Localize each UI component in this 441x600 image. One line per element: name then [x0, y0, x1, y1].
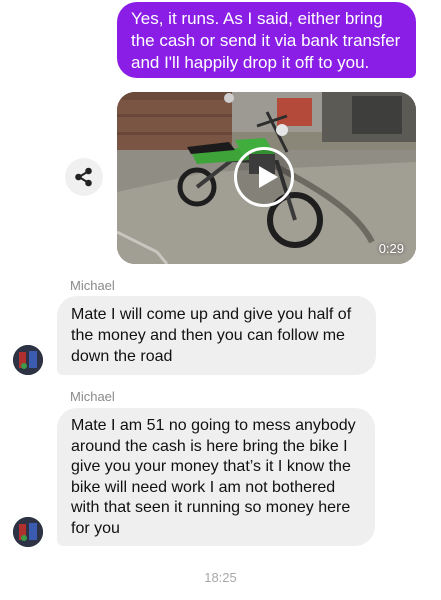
incoming-message-text: Mate I will come up and give you half of… — [71, 306, 352, 365]
outgoing-message-bubble[interactable]: Yes, it runs. As I said, either bring th… — [117, 2, 416, 78]
incoming-message-bubble[interactable]: Mate I am 51 no going to mess anybody ar… — [57, 408, 375, 546]
avatar-image — [13, 517, 43, 547]
avatar[interactable] — [13, 517, 43, 547]
outgoing-message-text: Yes, it runs. As I said, either bring th… — [131, 9, 401, 72]
share-button[interactable] — [65, 158, 103, 196]
message-timestamp: 18:25 — [204, 570, 237, 585]
avatar-image — [13, 345, 43, 375]
play-icon — [259, 166, 278, 188]
play-button[interactable] — [234, 147, 294, 207]
incoming-message-text: Mate I am 51 no going to mess anybody ar… — [71, 417, 356, 537]
video-duration: 0:29 — [378, 241, 404, 256]
sender-name: Michael — [70, 389, 115, 404]
sender-name: Michael — [70, 278, 115, 293]
share-icon — [75, 167, 92, 187]
video-message[interactable]: 0:29 — [117, 92, 416, 264]
incoming-message-bubble[interactable]: Mate I will come up and give you half of… — [57, 296, 376, 375]
avatar[interactable] — [13, 345, 43, 375]
